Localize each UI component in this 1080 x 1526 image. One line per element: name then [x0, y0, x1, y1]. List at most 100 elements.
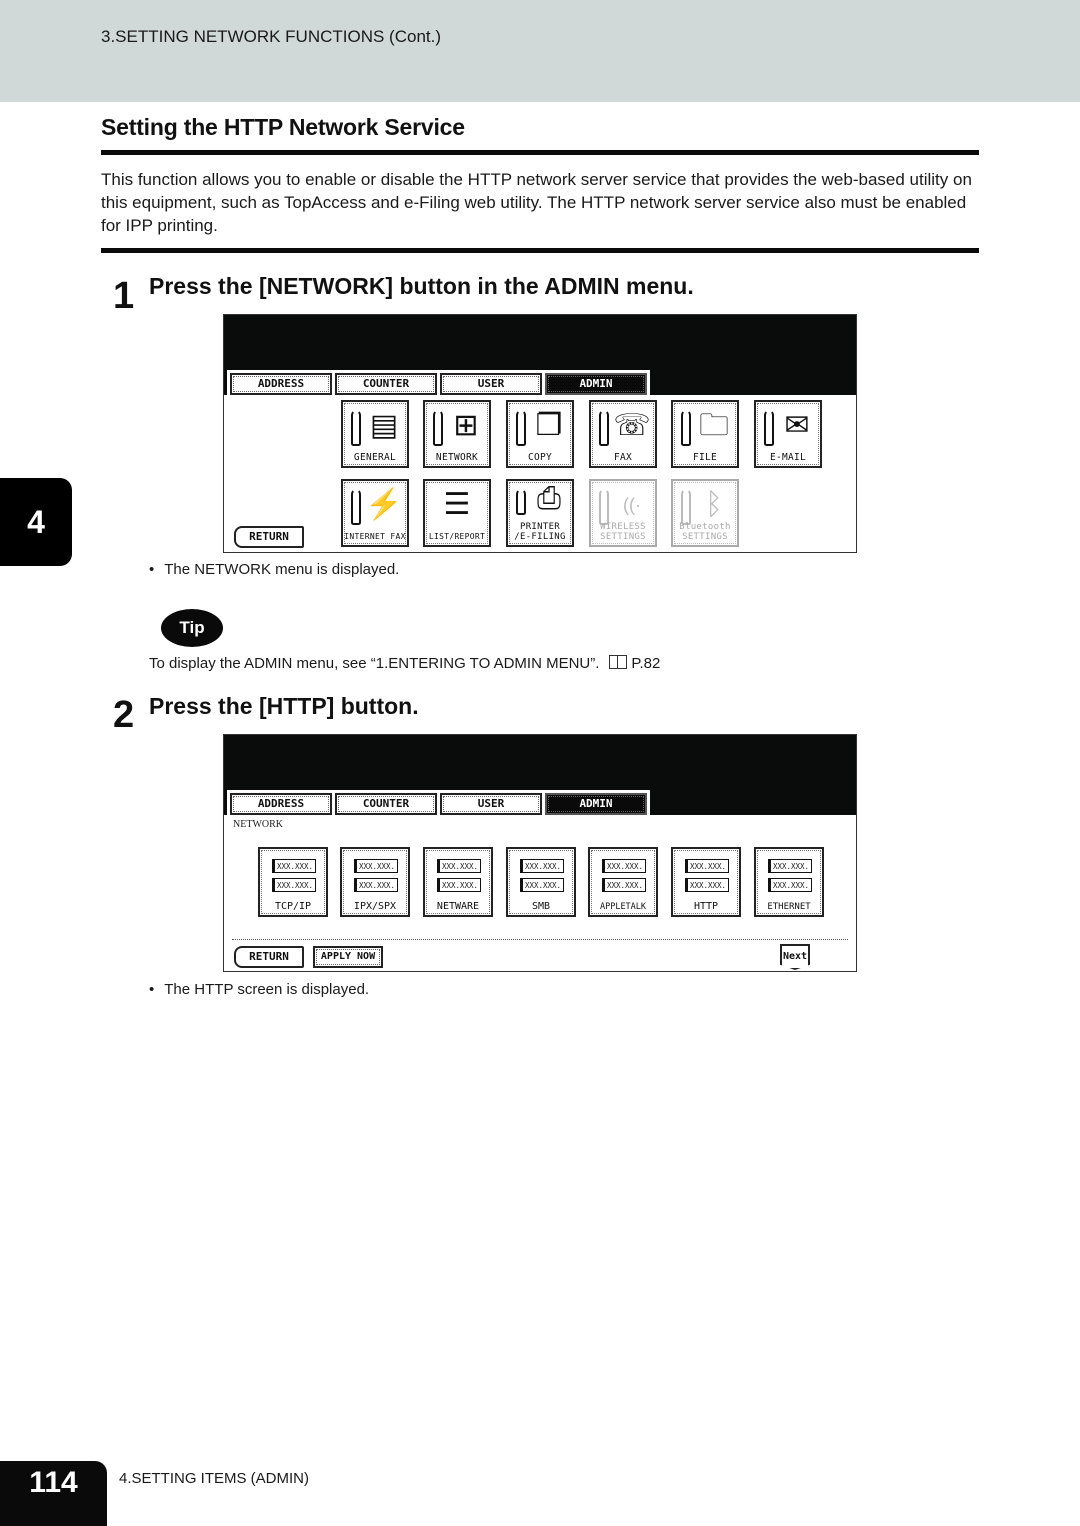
tab-bar: ADDRESS COUNTER USER ADMIN	[227, 370, 650, 395]
printer-icon: ▤	[369, 409, 399, 442]
wireless-settings-button[interactable]: ((· WIRELESS SETTINGS	[589, 479, 657, 547]
address-field-icon: XXX.XXX.	[272, 859, 316, 873]
running-header: 3.SETTING NETWORK FUNCTIONS (Cont.)	[101, 27, 442, 46]
appletalk-button[interactable]: XXX.XXX. XXX.XXX. APPLETALK	[588, 847, 658, 917]
network-icon: ⊞	[453, 409, 479, 442]
address-field-icon: XXX.XXX.	[685, 859, 729, 873]
http-button[interactable]: XXX.XXX. XXX.XXX. HTTP	[671, 847, 741, 917]
address-field-icon: XXX.XXX.	[354, 878, 398, 892]
button-label: LIST/REPORT	[428, 532, 486, 541]
title-rule	[101, 150, 979, 155]
step-result: • The HTTP screen is displayed.	[149, 981, 369, 998]
address-field-icon: XXX.XXX.	[520, 878, 564, 892]
chapter-tab: 4	[0, 478, 72, 566]
network-menu-screen: ADDRESS COUNTER USER ADMIN NETWORK XXX.X…	[223, 734, 857, 972]
button-label: E-MAIL	[769, 452, 807, 463]
step-text: Press the [HTTP] button.	[149, 693, 419, 719]
email-button[interactable]: ✉ E-MAIL	[754, 400, 822, 468]
wireless-icon: ((·	[623, 495, 641, 515]
address-field-icon: XXX.XXX.	[520, 859, 564, 873]
ipxspx-button[interactable]: XXX.XXX. XXX.XXX. IPX/SPX	[340, 847, 410, 917]
copy-button[interactable]: ❐ COPY	[506, 400, 574, 468]
tab-counter[interactable]: COUNTER	[335, 793, 437, 815]
tab-address[interactable]: ADDRESS	[230, 793, 332, 815]
button-label: APPLETALK	[599, 902, 647, 912]
separator	[232, 939, 848, 940]
address-field-icon: XXX.XXX.	[768, 878, 812, 892]
step-number: 1	[113, 275, 135, 317]
address-field-icon: XXX.XXX.	[685, 878, 729, 892]
result-text: The NETWORK menu is displayed.	[164, 561, 400, 578]
button-label: TCP/IP	[274, 901, 312, 912]
fax-icon: ☏	[613, 409, 651, 442]
apply-now-button[interactable]: APPLY NOW	[313, 946, 383, 968]
bluetooth-icon: ᛒ	[705, 488, 723, 521]
footer-chapter: 4.SETTING ITEMS (ADMIN)	[119, 1470, 310, 1487]
printer-efiling-button[interactable]: ⎙ PRINTER /E-FILING	[506, 479, 574, 547]
return-button[interactable]: RETURN	[234, 526, 304, 548]
button-label: PRINTER /E-FILING	[514, 522, 566, 542]
page-number: 114	[0, 1461, 107, 1526]
fax-button[interactable]: ☏ FAX	[589, 400, 657, 468]
screen-top-bar: ADDRESS COUNTER USER ADMIN	[224, 735, 856, 815]
folder-icon: 🗀	[699, 409, 729, 442]
intro-paragraph: This function allows you to enable or di…	[101, 170, 972, 235]
network-button[interactable]: ⊞ NETWORK	[423, 400, 491, 468]
screen-caption: NETWORK	[233, 819, 283, 830]
internet-fax-button[interactable]: ⚡ INTERNET FAX	[341, 479, 409, 547]
copy-icon: ❐	[535, 409, 563, 442]
button-label: ETHERNET	[767, 902, 811, 912]
netware-button[interactable]: XXX.XXX. XXX.XXX. NETWARE	[423, 847, 493, 917]
tab-user[interactable]: USER	[440, 373, 542, 395]
printer-efiling-icon: ⎙	[537, 482, 561, 515]
header-band: 3.SETTING NETWORK FUNCTIONS (Cont.)	[0, 0, 1080, 102]
address-field-icon: XXX.XXX.	[272, 878, 316, 892]
button-label: FILE	[692, 452, 718, 463]
list-report-icon: ☰	[443, 488, 471, 521]
address-field-icon: XXX.XXX.	[437, 859, 481, 873]
address-field-icon: XXX.XXX.	[437, 878, 481, 892]
address-field-icon: XXX.XXX.	[768, 859, 812, 873]
address-field-icon: XXX.XXX.	[354, 859, 398, 873]
tip-badge: Tip	[161, 609, 223, 647]
internet-fax-icon: ⚡	[365, 488, 403, 521]
button-label: HTTP	[693, 901, 719, 912]
next-button[interactable]: Next	[780, 944, 810, 970]
general-button[interactable]: ▤ GENERAL	[341, 400, 409, 468]
file-button[interactable]: 🗀 FILE	[671, 400, 739, 468]
smb-button[interactable]: XXX.XXX. XXX.XXX. SMB	[506, 847, 576, 917]
tcpip-button[interactable]: XXX.XXX. XXX.XXX. TCP/IP	[258, 847, 328, 917]
button-label: NETWARE	[436, 901, 480, 912]
button-label: FAX	[613, 452, 633, 463]
bullet-dot: •	[149, 981, 155, 998]
button-label: NETWORK	[435, 452, 479, 463]
ethernet-button[interactable]: XXX.XXX. XXX.XXX. ETHERNET	[754, 847, 824, 917]
tab-admin[interactable]: ADMIN	[545, 793, 647, 815]
list-report-button[interactable]: ☰ LIST/REPORT	[423, 479, 491, 547]
step-number: 2	[113, 694, 135, 736]
button-label: GENERAL	[353, 452, 397, 463]
result-text: The HTTP screen is displayed.	[164, 981, 370, 998]
section-title: Setting the HTTP Network Service	[101, 114, 465, 140]
address-field-icon: XXX.XXX.	[602, 859, 646, 873]
address-field-icon: XXX.XXX.	[602, 878, 646, 892]
tab-bar: ADDRESS COUNTER USER ADMIN	[227, 790, 650, 815]
intro-rule	[101, 248, 979, 253]
tip-body: To display the ADMIN menu, see “1.ENTERI…	[149, 655, 600, 672]
return-button[interactable]: RETURN	[234, 946, 304, 968]
button-label: COPY	[527, 452, 553, 463]
tab-address[interactable]: ADDRESS	[230, 373, 332, 395]
step-text: Press the [NETWORK] button in the ADMIN …	[149, 273, 694, 299]
tip-text: To display the ADMIN menu, see “1.ENTERI…	[149, 655, 660, 672]
step-result: • The NETWORK menu is displayed.	[149, 561, 399, 578]
page-reference-link[interactable]: P.82	[631, 655, 660, 672]
admin-menu-screen: ADDRESS COUNTER USER ADMIN ▤ GENERAL ⊞ N…	[223, 314, 857, 553]
tab-admin[interactable]: ADMIN	[545, 373, 647, 395]
tab-counter[interactable]: COUNTER	[335, 373, 437, 395]
book-icon	[609, 655, 628, 669]
button-label: IPX/SPX	[353, 901, 397, 912]
bullet-dot: •	[149, 561, 155, 578]
tab-user[interactable]: USER	[440, 793, 542, 815]
bluetooth-settings-button[interactable]: ᛒ Bluetooth SETTINGS	[671, 479, 739, 547]
button-label: INTERNET FAX	[344, 532, 406, 541]
